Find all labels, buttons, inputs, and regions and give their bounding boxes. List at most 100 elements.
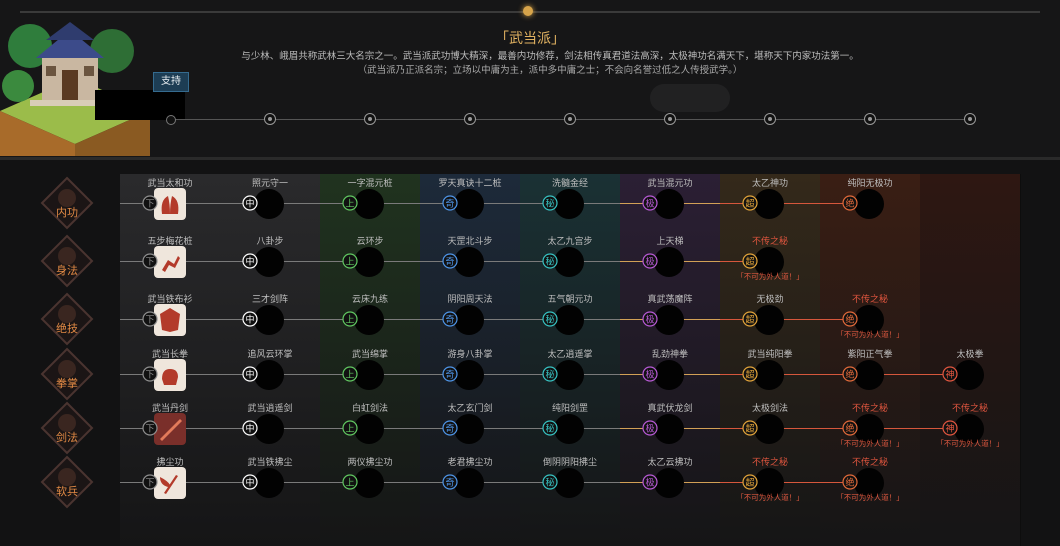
skill-slot-orb[interactable]	[554, 360, 584, 390]
neigong-emblem-icon[interactable]: 内功	[40, 176, 94, 230]
skill-slot-orb[interactable]	[254, 189, 284, 219]
skill-slot-orb[interactable]	[654, 247, 684, 277]
skill-cell[interactable]: 太乙神功超	[720, 174, 820, 224]
skill-slot-orb[interactable]	[654, 360, 684, 390]
skill-cell[interactable]: 太乙逍遥掌秘	[520, 345, 620, 395]
skill-cell[interactable]: 紫阳正气拳绝	[820, 345, 920, 395]
skill-slot-orb[interactable]	[454, 468, 484, 498]
skill-cell[interactable]: 天罡北斗步奇	[420, 232, 520, 282]
skill-cell[interactable]: 武当逍遥剑中	[220, 399, 320, 449]
skill-cell[interactable]: 不传之秘超「不可为外人道！」	[720, 232, 820, 282]
skill-slot-orb[interactable]	[554, 305, 584, 335]
skill-slot-orb[interactable]	[554, 468, 584, 498]
skill-slot-orb[interactable]	[454, 189, 484, 219]
juji-emblem-icon[interactable]: 绝技	[40, 292, 94, 346]
jianfa-emblem-icon[interactable]: 剑法	[40, 401, 94, 455]
shenfa-emblem-icon[interactable]: 身法	[40, 234, 94, 288]
skill-slot-orb[interactable]	[454, 414, 484, 444]
progress-node[interactable]	[264, 113, 276, 125]
skill-cell[interactable]: 武当绵掌上	[320, 345, 420, 395]
skill-slot-orb[interactable]	[254, 360, 284, 390]
progress-node[interactable]	[564, 113, 576, 125]
support-button[interactable]: 支持	[153, 72, 189, 92]
skill-cell[interactable]: 纯阳无极功绝	[820, 174, 920, 224]
skill-slot-orb[interactable]	[254, 305, 284, 335]
skill-slot-orb[interactable]	[654, 189, 684, 219]
skill-slot-orb[interactable]	[754, 189, 784, 219]
skill-cell[interactable]: 罗天真诀十二桩奇	[420, 174, 520, 224]
skill-slot-orb[interactable]	[254, 414, 284, 444]
progress-node[interactable]	[864, 113, 876, 125]
skill-slot-orb[interactable]	[254, 468, 284, 498]
skill-slot-orb[interactable]	[454, 247, 484, 277]
skill-cell[interactable]: 真武伏龙剑极	[620, 399, 720, 449]
progress-node[interactable]	[364, 113, 376, 125]
skill-cell[interactable]: 太乙九宫步秘	[520, 232, 620, 282]
skill-cell[interactable]: 武当铁布衫下	[120, 290, 220, 340]
skill-cell[interactable]: 武当纯阳拳超	[720, 345, 820, 395]
skill-cell[interactable]: 不传之秘神「不可为外人道！」	[920, 399, 1020, 449]
progress-node[interactable]	[764, 113, 776, 125]
skill-cell[interactable]: 太极剑法超	[720, 399, 820, 449]
skill-cell[interactable]: 云环步上	[320, 232, 420, 282]
progress-node[interactable]	[166, 115, 176, 125]
skill-cell[interactable]: 游身八卦掌奇	[420, 345, 520, 395]
skill-cell[interactable]: 不传之秘绝「不可为外人道！」	[820, 453, 920, 503]
skill-slot-orb[interactable]	[654, 305, 684, 335]
skill-slot-orb[interactable]	[354, 247, 384, 277]
skill-cell[interactable]: 五步梅花桩下	[120, 232, 220, 282]
skill-slot-orb[interactable]	[554, 189, 584, 219]
progress-node[interactable]	[464, 113, 476, 125]
skill-slot-orb[interactable]	[354, 360, 384, 390]
skill-cell[interactable]: 八卦步中	[220, 232, 320, 282]
skill-slot-orb[interactable]	[754, 360, 784, 390]
quanzhang-emblem-icon[interactable]: 拳掌	[40, 347, 94, 401]
skill-slot-orb[interactable]	[854, 189, 884, 219]
skill-cell[interactable]: 不传之秘超「不可为外人道！」	[720, 453, 820, 503]
skill-cell[interactable]: 倒阴阴阳拂尘秘	[520, 453, 620, 503]
skill-cell[interactable]: 五气朝元功秘	[520, 290, 620, 340]
skill-cell[interactable]: 武当长拳下	[120, 345, 220, 395]
skill-slot-orb[interactable]	[554, 414, 584, 444]
skill-cell[interactable]: 武当铁拂尘中	[220, 453, 320, 503]
skill-cell[interactable]: 不传之秘绝「不可为外人道！」	[820, 290, 920, 340]
skill-cell[interactable]: 太乙云拂功极	[620, 453, 720, 503]
skill-cell[interactable]: 照元守一中	[220, 174, 320, 224]
skill-cell[interactable]: 洗髓金经秘	[520, 174, 620, 224]
skill-slot-orb[interactable]	[654, 414, 684, 444]
skill-cell[interactable]: 武当混元功极	[620, 174, 720, 224]
skill-cell[interactable]: 三才剑阵中	[220, 290, 320, 340]
skill-cell[interactable]: 上天梯极	[620, 232, 720, 282]
skill-slot-orb[interactable]	[554, 247, 584, 277]
skill-cell[interactable]: 云床九练上	[320, 290, 420, 340]
skill-slot-orb[interactable]	[354, 414, 384, 444]
skill-slot-orb[interactable]	[754, 414, 784, 444]
skill-cell[interactable]: 乱劲神拳极	[620, 345, 720, 395]
skill-slot-orb[interactable]	[354, 305, 384, 335]
skill-slot-orb[interactable]	[254, 247, 284, 277]
skill-slot-orb[interactable]	[754, 305, 784, 335]
skill-cell[interactable]: 两仪拂尘功上	[320, 453, 420, 503]
progress-node[interactable]	[964, 113, 976, 125]
ruanbing-emblem-icon[interactable]: 软兵	[40, 455, 94, 509]
skill-cell[interactable]: 太极拳神	[920, 345, 1020, 395]
skill-slot-orb[interactable]	[954, 360, 984, 390]
skill-cell[interactable]: 不传之秘绝「不可为外人道！」	[820, 399, 920, 449]
skill-slot-orb[interactable]	[454, 305, 484, 335]
skill-cell[interactable]: 追风云环掌中	[220, 345, 320, 395]
skill-slot-orb[interactable]	[654, 468, 684, 498]
progress-node[interactable]	[664, 113, 676, 125]
skill-cell[interactable]: 拂尘功下	[120, 453, 220, 503]
skill-cell[interactable]: 一字混元桩上	[320, 174, 420, 224]
skill-slot-orb[interactable]	[354, 468, 384, 498]
skill-slot-orb[interactable]	[854, 360, 884, 390]
skill-cell[interactable]: 真武荡魔阵极	[620, 290, 720, 340]
skill-cell[interactable]: 阴阳周天法奇	[420, 290, 520, 340]
skill-cell[interactable]: 老君拂尘功奇	[420, 453, 520, 503]
skill-cell[interactable]: 武当太和功下	[120, 174, 220, 224]
skill-cell[interactable]: 无极劲超	[720, 290, 820, 340]
skill-slot-orb[interactable]	[454, 360, 484, 390]
skill-cell[interactable]: 武当丹剑下	[120, 399, 220, 449]
skill-slot-orb[interactable]	[354, 189, 384, 219]
skill-cell[interactable]: 白虹剑法上	[320, 399, 420, 449]
